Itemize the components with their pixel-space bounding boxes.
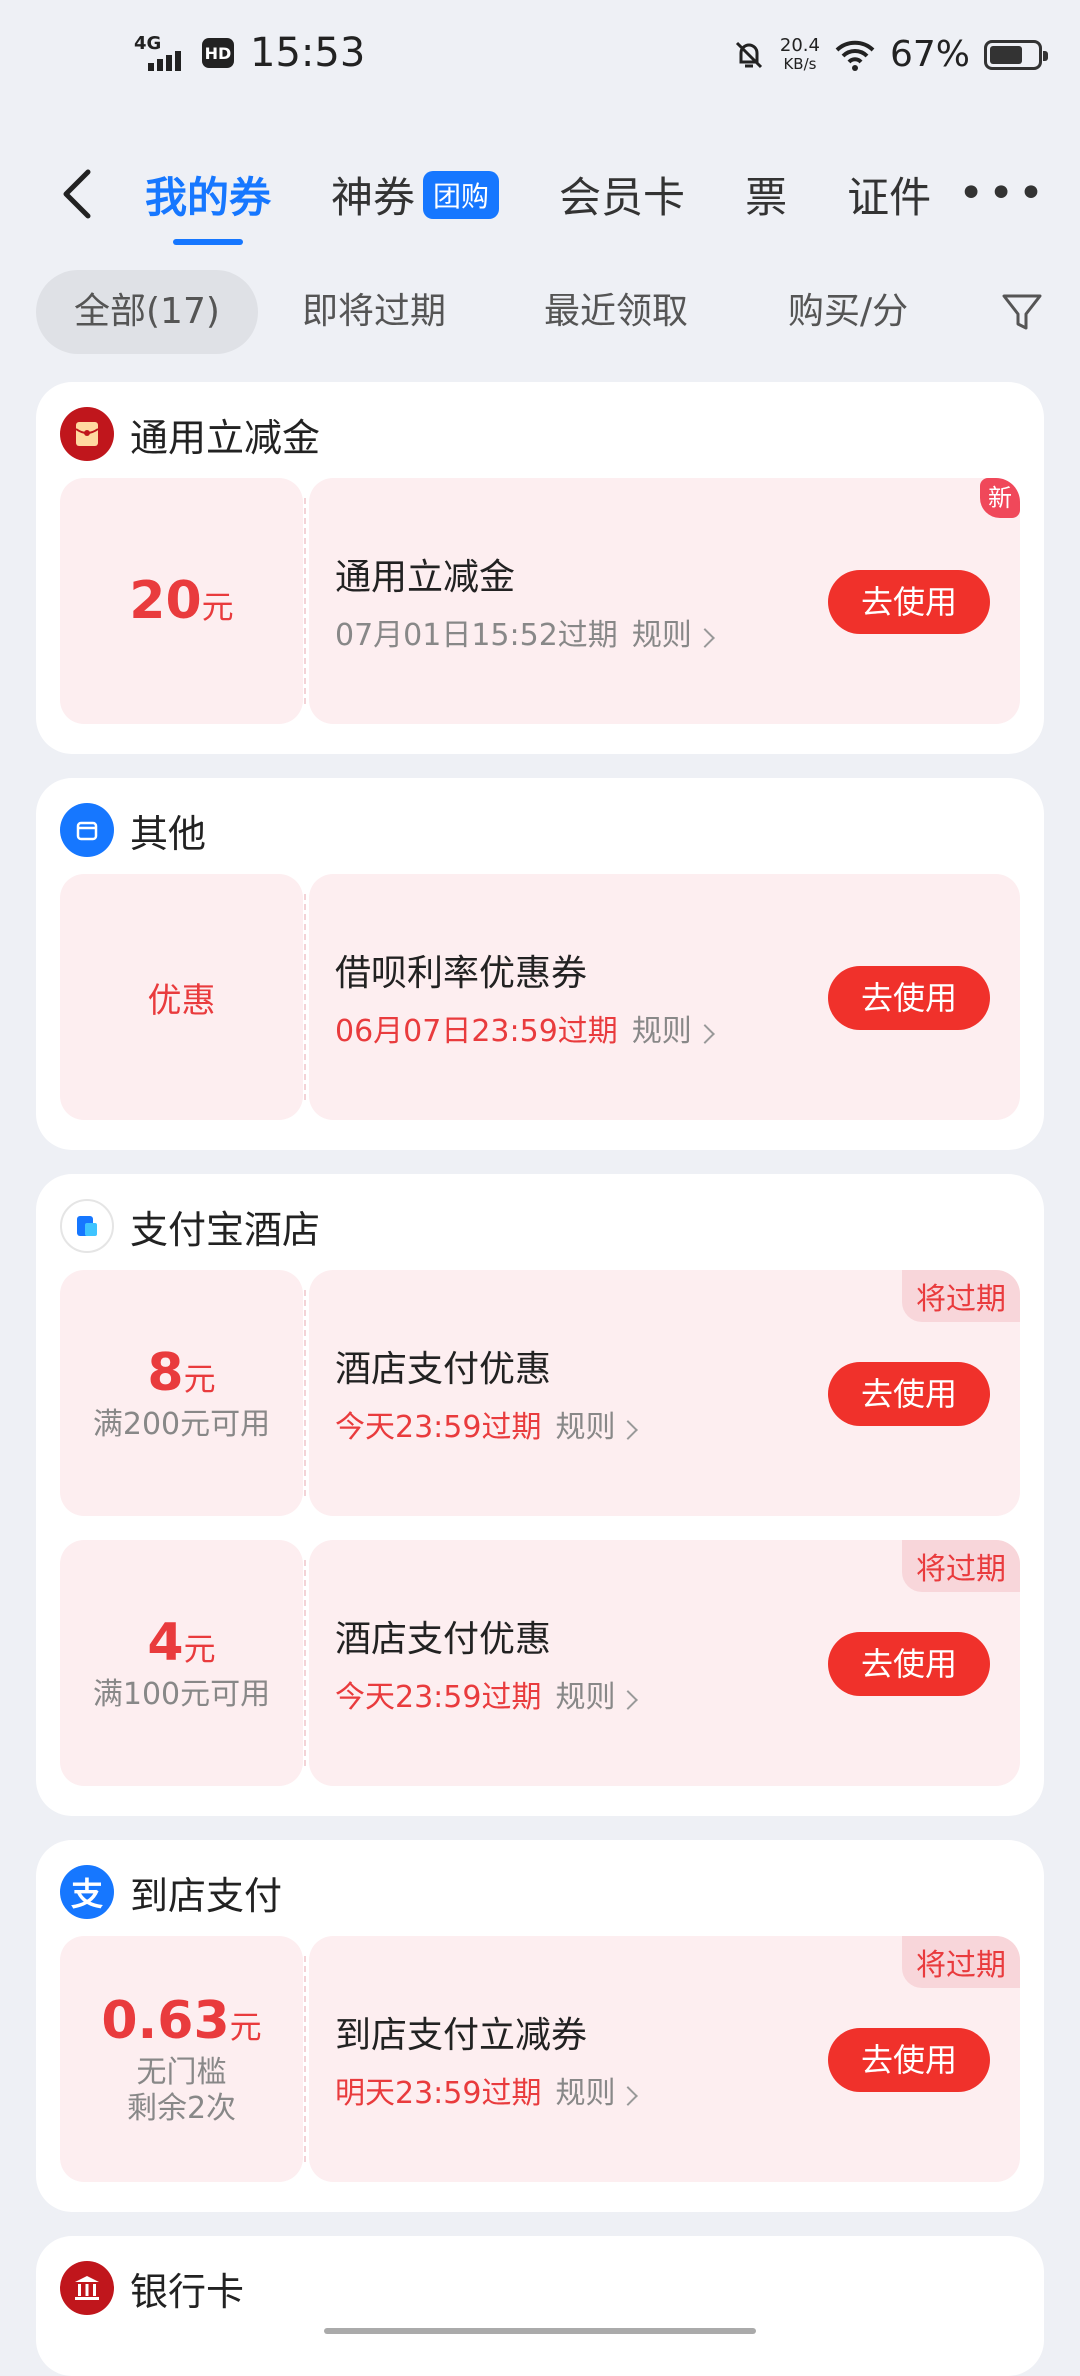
coupon-name: 到店支付立减券: [335, 2015, 588, 2056]
filter-bar: 全部(17) 即将过期 最近领取 购买/分: [36, 270, 1046, 354]
hd-icon: HD: [202, 38, 234, 68]
section-title: 支付宝酒店: [130, 1207, 321, 1252]
coupon-card[interactable]: 优惠 借呗利率优惠券 06月07日23:59过期 规则 去使用: [60, 874, 1020, 1120]
battery-icon: [984, 39, 1048, 70]
section-general-discount: 通用立减金 20元 新 通用立减金 07月01日15:52过期 规则 去使用: [36, 382, 1044, 754]
section-other: 其他 优惠 借呗利率优惠券 06月07日23:59过期 规则 去使用: [36, 778, 1044, 1150]
rule-link[interactable]: 规则: [555, 1402, 639, 1446]
coupon-remaining: 剩余2次: [126, 2091, 237, 2126]
filter-recent[interactable]: 最近领取: [544, 270, 688, 354]
coupon-condition: 满200元可用: [92, 1407, 271, 1442]
expiring-badge: 将过期: [902, 1936, 1020, 1988]
tab-documents[interactable]: 证件: [847, 164, 931, 225]
coupon-name: 酒店支付优惠: [335, 1619, 552, 1660]
section-title: 到店支付: [130, 1873, 283, 1918]
coupon-card[interactable]: 8元 满200元可用 将过期 酒店支付优惠 今天23:59过期 规则 去使用: [60, 1270, 1020, 1516]
alipay-icon: 支: [60, 1865, 114, 1919]
tuangou-badge: 团购: [423, 170, 500, 219]
coupon-card[interactable]: 0.63元 无门槛 剩余2次 将过期 到店支付立减券 明天23:59过期 规则 …: [60, 1936, 1020, 2182]
filter-expiring[interactable]: 即将过期: [302, 270, 446, 354]
coupon-card[interactable]: 20元 新 通用立减金 07月01日15:52过期 规则 去使用: [60, 478, 1020, 724]
battery-percent: 67%: [889, 34, 970, 75]
chevron-right-icon: [694, 628, 715, 648]
rule-link[interactable]: 规则: [632, 1006, 715, 1050]
coupon-condition: 满100元可用: [92, 1677, 271, 1712]
chevron-right-icon: [618, 1420, 639, 1440]
coupon-amount: 8元: [147, 1343, 216, 1403]
coupon-expiry: 今天23:59过期: [335, 1410, 542, 1445]
use-button[interactable]: 去使用: [828, 570, 990, 634]
new-badge: 新: [980, 478, 1020, 518]
coupon-expiry: 06月07日23:59过期: [335, 1014, 618, 1049]
back-arrow-icon[interactable]: [52, 164, 112, 224]
coupon-expiry: 今天23:59过期: [335, 1680, 542, 1715]
section-title: 通用立减金: [130, 415, 321, 460]
chevron-right-icon: [618, 2086, 639, 2106]
coupon-expiry: 明天23:59过期: [335, 2076, 542, 2111]
more-icon[interactable]: •••: [958, 168, 1048, 219]
section-bank-card: 银行卡: [36, 2236, 1044, 2376]
use-button[interactable]: 去使用: [828, 1362, 990, 1426]
chevron-right-icon: [618, 1690, 639, 1710]
use-button[interactable]: 去使用: [828, 2028, 990, 2092]
filter-icon[interactable]: [998, 288, 1046, 336]
filter-all[interactable]: 全部(17): [36, 270, 258, 354]
coupon-name: 通用立减金: [335, 557, 516, 598]
home-indicator[interactable]: [324, 2328, 756, 2334]
tab-tickets[interactable]: 票: [745, 164, 787, 225]
rule-link[interactable]: 规则: [555, 1672, 639, 1716]
coupon-card[interactable]: 4元 满100元可用 将过期 酒店支付优惠 今天23:59过期 规则 去使用: [60, 1540, 1020, 1786]
bank-icon: [60, 2261, 114, 2315]
coupon-name: 借呗利率优惠券: [335, 953, 588, 994]
coupon-amount: 0.63元: [101, 1991, 262, 2051]
section-in-store-payment: 支 到店支付 0.63元 无门槛 剩余2次 将过期 到店支付立减券 明天23:5…: [36, 1840, 1044, 2212]
coupon-condition: 无门槛: [136, 2055, 227, 2090]
hotel-icon: [60, 1199, 114, 1253]
section-alipay-hotel: 支付宝酒店 8元 满200元可用 将过期 酒店支付优惠 今天23:59过期 规则…: [36, 1174, 1044, 1816]
expiring-badge: 将过期: [902, 1540, 1020, 1592]
chevron-right-icon: [694, 1024, 715, 1044]
section-title: 其他: [130, 811, 207, 856]
coupon-perk: 优惠: [147, 980, 216, 1021]
tab-my-coupons[interactable]: 我的券: [145, 164, 271, 225]
clock: 15:53: [250, 30, 366, 76]
filter-purchased[interactable]: 购买/分: [788, 270, 938, 354]
use-button[interactable]: 去使用: [828, 1632, 990, 1696]
red-envelope-icon: [60, 407, 114, 461]
expiring-badge: 将过期: [902, 1270, 1020, 1322]
signal-icon: 4G: [134, 31, 192, 75]
coupon-amount: 4元: [147, 1613, 216, 1673]
shop-icon: [60, 803, 114, 857]
coupon-expiry: 07月01日15:52过期: [335, 618, 618, 653]
network-speed: 20.4 KB/s: [779, 34, 820, 73]
rule-link[interactable]: 规则: [632, 610, 715, 654]
mute-bell-icon: [735, 41, 762, 68]
tab-super-coupons[interactable]: 神券 团购: [331, 164, 500, 225]
coupon-name: 酒店支付优惠: [335, 1349, 552, 1390]
wifi-icon: [835, 40, 875, 71]
tab-membership-cards[interactable]: 会员卡: [559, 164, 685, 225]
top-nav: 我的券 神券 团购 会员卡 票 证件 •••: [0, 150, 1080, 240]
status-bar: 4G HD 15:53 20.4 KB/s 67%: [0, 0, 1080, 120]
section-title: 银行卡: [130, 2269, 245, 2314]
use-button[interactable]: 去使用: [828, 966, 990, 1030]
rule-link[interactable]: 规则: [555, 2068, 639, 2112]
coupon-amount: 20元: [129, 571, 234, 631]
